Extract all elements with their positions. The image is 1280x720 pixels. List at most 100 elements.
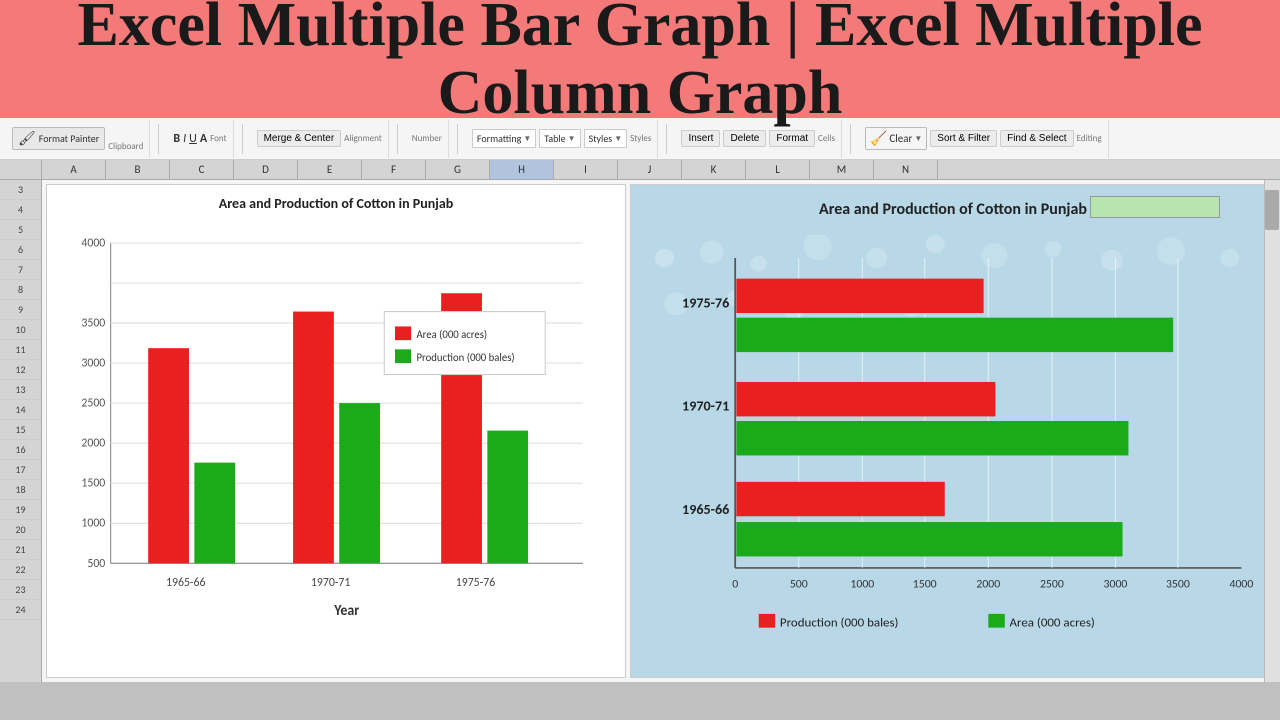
svg-text:Year: Year — [333, 600, 359, 619]
editing-section: 🧹 Clear ▼ Sort & Filter Find & Select Ed… — [859, 120, 1109, 158]
separator-4 — [457, 124, 458, 154]
clipboard-section: 🖌 Format Painter Clipboard — [6, 120, 150, 158]
svg-text:4000: 4000 — [81, 235, 105, 250]
svg-text:2500: 2500 — [81, 395, 105, 410]
horiz-bar-1975-production — [736, 279, 983, 313]
svg-text:Area (000 acres): Area (000 acres) — [416, 327, 487, 341]
row-4: 4 — [0, 200, 41, 220]
left-chart-title: Area and Production of Cotton in Punjab — [57, 195, 615, 212]
separator-5 — [666, 124, 667, 154]
row-10: 10 — [0, 320, 41, 340]
col-header-F[interactable]: F — [362, 160, 426, 179]
right-chart-svg: 1975-76 1970-71 1965-66 0 500 1000 1500 … — [641, 235, 1265, 660]
horiz-bar-1970-production — [736, 382, 995, 416]
col-header-I[interactable]: I — [554, 160, 618, 179]
insert-button[interactable]: Insert — [681, 130, 720, 147]
italic-button[interactable]: I — [183, 132, 186, 146]
spreadsheet: A B C D E F G H I J K L M N 3 4 5 6 7 8 … — [0, 160, 1280, 682]
separator-1 — [158, 124, 159, 154]
conditional-formatting-dropdown[interactable]: Formatting ▼ — [472, 129, 536, 148]
svg-text:2500: 2500 — [1040, 578, 1064, 592]
svg-text:1965-66: 1965-66 — [682, 501, 729, 518]
right-chart-container: Area and Production of Cotton in Punjab — [630, 184, 1276, 678]
separator-2 — [242, 124, 243, 154]
col-header-C[interactable]: C — [170, 160, 234, 179]
svg-text:1975-76: 1975-76 — [682, 294, 729, 311]
col-header-D[interactable]: D — [234, 160, 298, 179]
row-22: 22 — [0, 560, 41, 580]
svg-text:3000: 3000 — [1104, 578, 1128, 592]
col-header-N[interactable]: N — [874, 160, 938, 179]
underline-button[interactable]: U — [189, 132, 197, 146]
svg-text:4000: 4000 — [1230, 578, 1254, 592]
row-14: 14 — [0, 400, 41, 420]
col-header-B[interactable]: B — [106, 160, 170, 179]
row-9: 9 — [0, 300, 41, 320]
bold-button[interactable]: B — [173, 132, 180, 146]
svg-text:Production (000 bales): Production (000 bales) — [780, 616, 899, 631]
col-header-G[interactable]: G — [426, 160, 490, 179]
svg-text:1000: 1000 — [81, 515, 105, 530]
clear-chevron-icon: ▼ — [914, 134, 922, 144]
styles-dropdown[interactable]: Styles ▼ — [584, 129, 628, 148]
col-header-K[interactable]: K — [682, 160, 746, 179]
column-headers: A B C D E F G H I J K L M N — [0, 160, 1280, 180]
title-banner: Excel Multiple Bar Graph | Excel Multipl… — [0, 0, 1280, 118]
row-24: 24 — [0, 600, 41, 620]
editing-label: Editing — [1077, 133, 1102, 144]
horiz-bar-1970-area — [736, 421, 1128, 455]
row-23: 23 — [0, 580, 41, 600]
merge-center-button[interactable]: Merge & Center — [257, 130, 342, 147]
vertical-scrollbar[interactable] — [1264, 180, 1280, 682]
sort-filter-button[interactable]: Sort & Filter — [930, 130, 997, 147]
row-7: 7 — [0, 260, 41, 280]
font-label: Font — [210, 133, 226, 144]
toolbar: 🖌 Format Painter Clipboard B I U A Font … — [0, 118, 1280, 160]
find-select-button[interactable]: Find & Select — [1000, 130, 1073, 147]
spreadsheet-body: 3 4 5 6 7 8 9 10 11 12 13 14 15 16 17 18… — [0, 180, 1280, 682]
clipboard-label: Clipboard — [108, 141, 143, 152]
chevron-down-icon-2: ▼ — [568, 134, 576, 144]
format-painter-button[interactable]: 🖌 Format Painter — [12, 127, 105, 150]
row-18: 18 — [0, 480, 41, 500]
svg-text:Production (000 bales): Production (000 bales) — [416, 349, 514, 363]
clear-button[interactable]: 🧹 Clear ▼ — [865, 127, 927, 150]
svg-text:1970-71: 1970-71 — [311, 575, 350, 590]
bar-1970-production — [339, 403, 380, 563]
col-header-M[interactable]: M — [810, 160, 874, 179]
svg-text:3500: 3500 — [1166, 578, 1190, 592]
chevron-down-icon: ▼ — [523, 134, 531, 144]
styles-label: Styles — [630, 133, 651, 144]
font-color-a[interactable]: A — [200, 132, 207, 146]
horiz-bar-1965-area — [736, 522, 1122, 556]
col-header-A[interactable]: A — [42, 160, 106, 179]
row-num-header — [0, 160, 42, 179]
col-header-L[interactable]: L — [746, 160, 810, 179]
svg-text:500: 500 — [87, 555, 105, 570]
svg-text:2000: 2000 — [976, 578, 1000, 592]
font-section: B I U A Font — [167, 120, 233, 158]
table-dropdown[interactable]: Table ▼ — [539, 129, 580, 148]
cells-section: Insert Delete Format Cells — [675, 120, 842, 158]
delete-button[interactable]: Delete — [723, 130, 766, 147]
svg-text:1965-66: 1965-66 — [166, 575, 205, 590]
col-header-J[interactable]: J — [618, 160, 682, 179]
bar-1975-production — [487, 431, 528, 564]
svg-text:0: 0 — [732, 578, 738, 592]
charts-area: Area and Production of Cotton in Punjab — [42, 180, 1280, 682]
row-6: 6 — [0, 240, 41, 260]
bar-1970-area — [293, 312, 334, 564]
scrollbar-thumb[interactable] — [1265, 190, 1279, 230]
svg-text:500: 500 — [790, 578, 808, 592]
row-12: 12 — [0, 360, 41, 380]
row-5: 5 — [0, 220, 41, 240]
row-13: 13 — [0, 380, 41, 400]
col-header-H[interactable]: H — [490, 160, 554, 179]
horiz-bar-1965-production — [736, 482, 944, 516]
chevron-down-icon-3: ▼ — [614, 134, 622, 144]
bar-1965-production — [194, 463, 235, 564]
svg-text:1970-71: 1970-71 — [682, 398, 729, 415]
format-button[interactable]: Format — [769, 130, 815, 147]
col-header-E[interactable]: E — [298, 160, 362, 179]
svg-text:3500: 3500 — [81, 315, 105, 330]
